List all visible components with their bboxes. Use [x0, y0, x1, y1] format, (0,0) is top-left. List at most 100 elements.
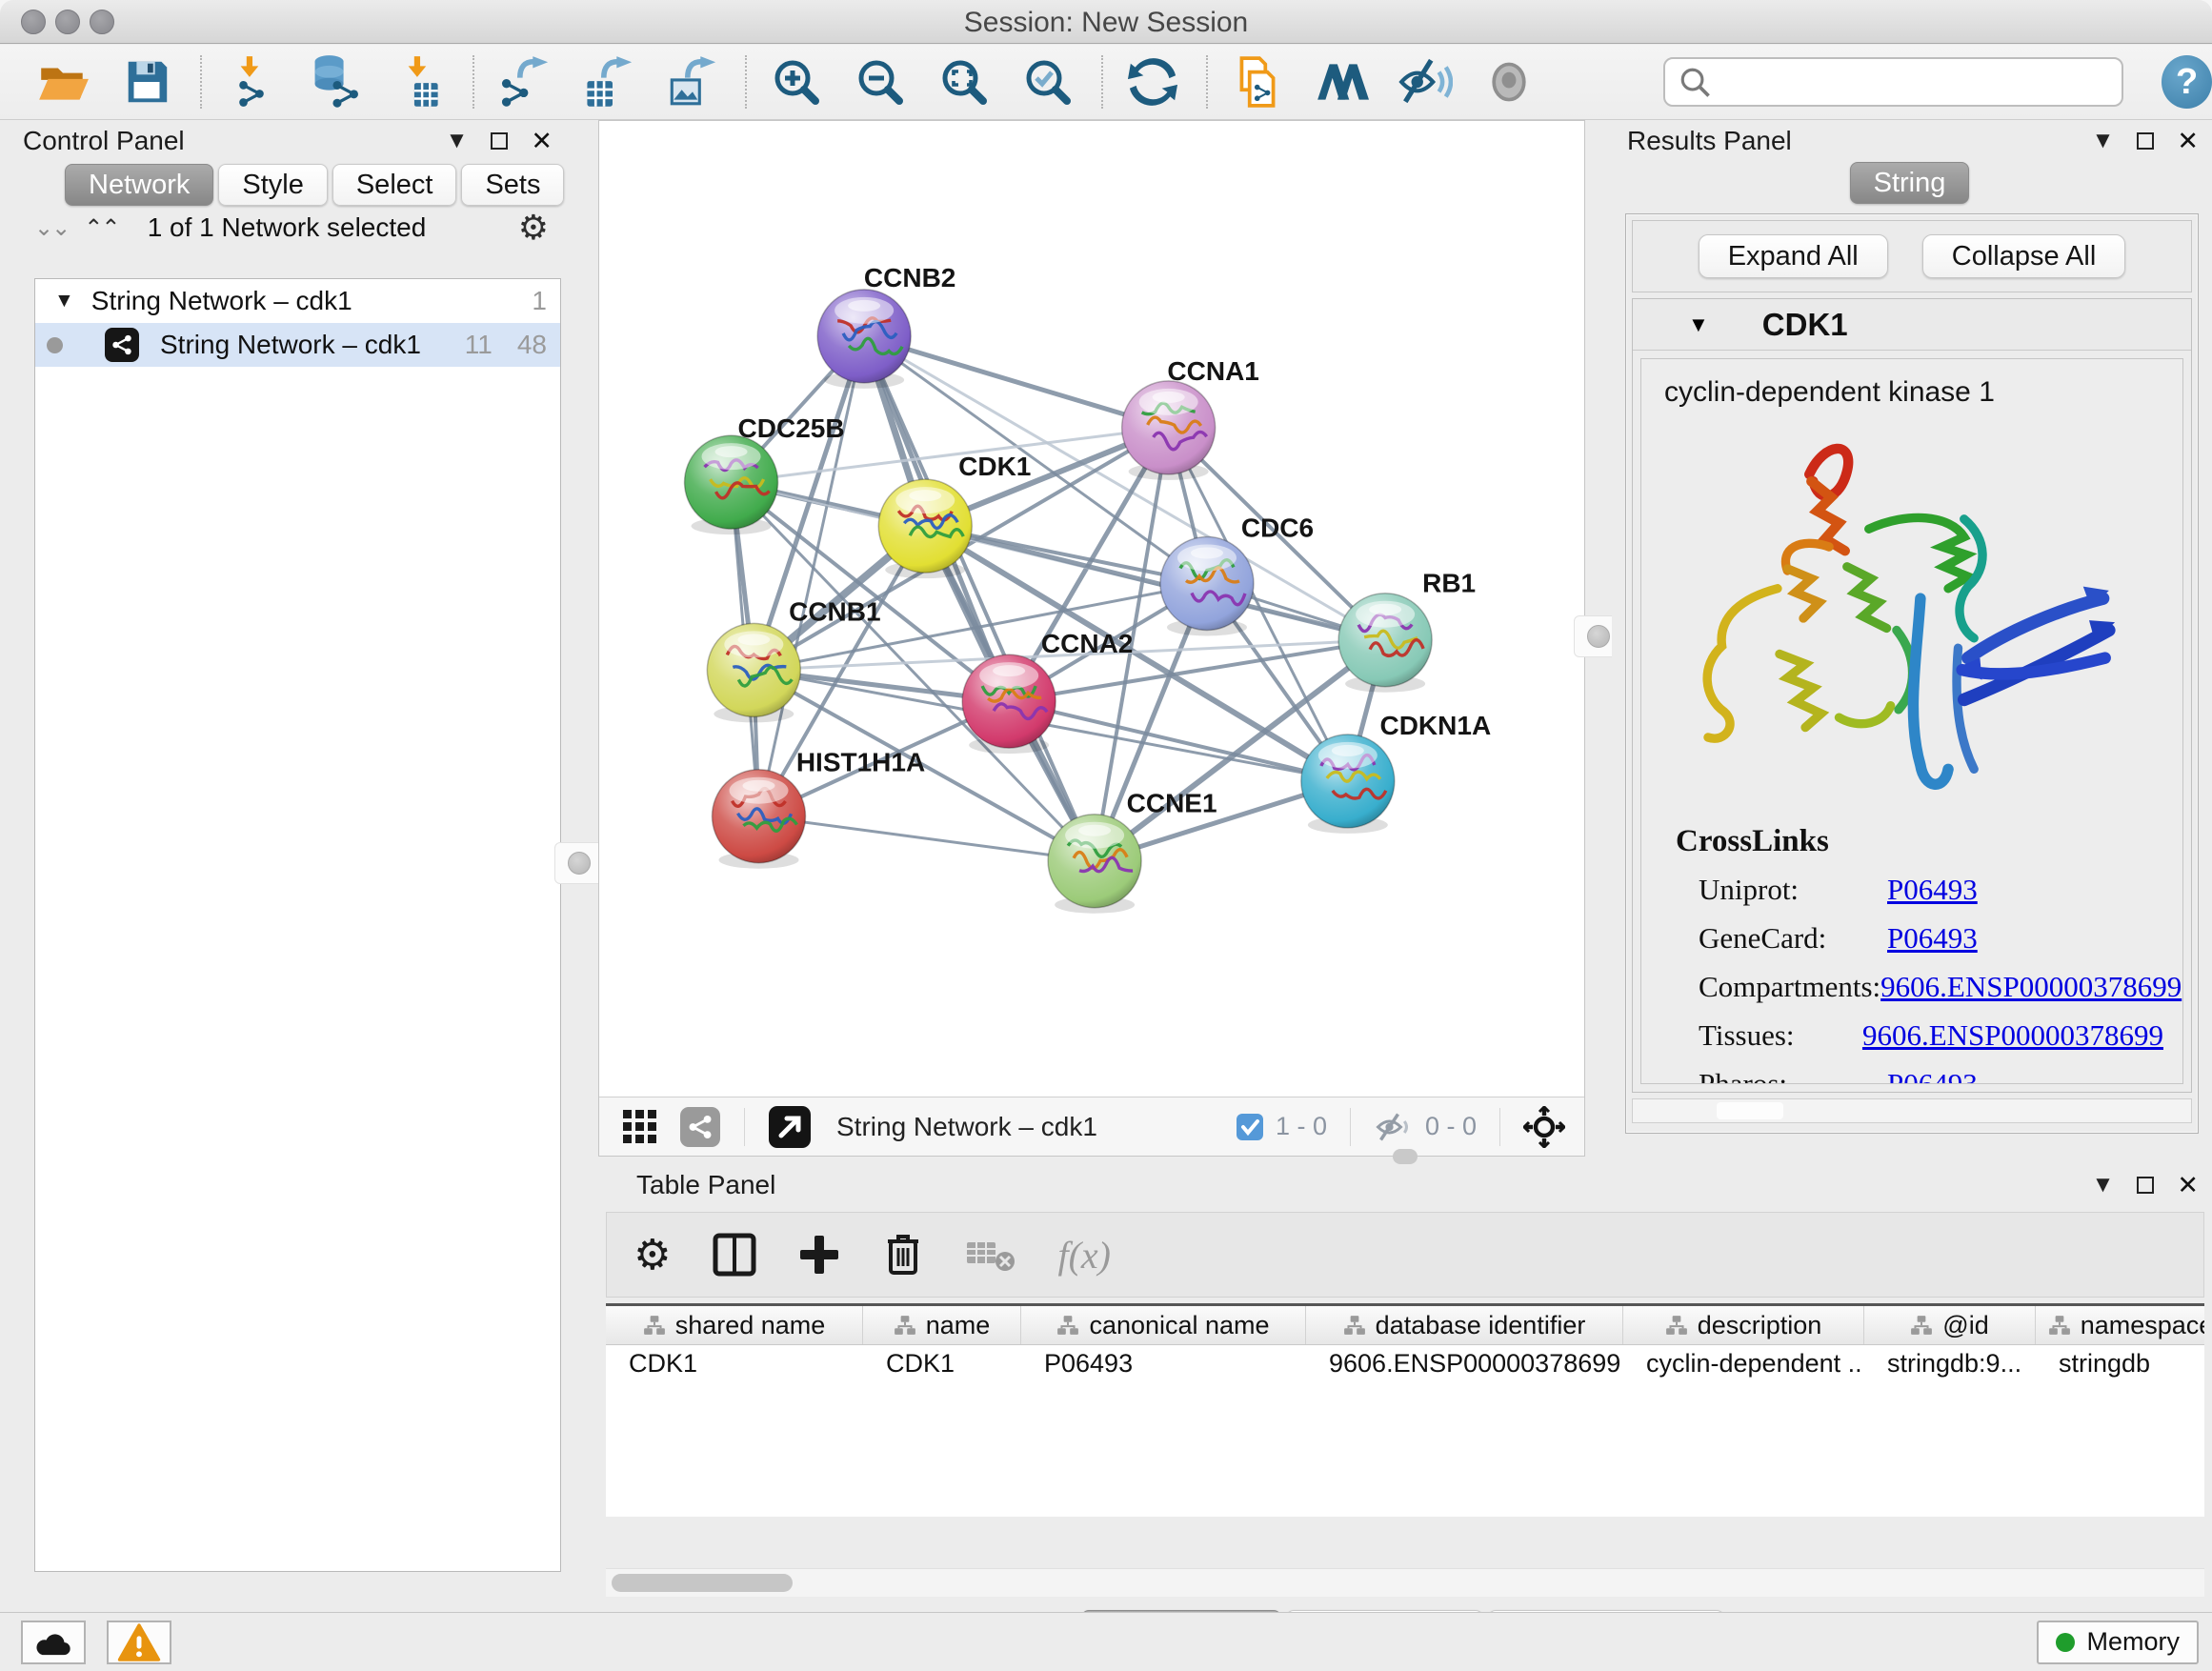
- table-cell[interactable]: CDK1: [863, 1345, 1021, 1383]
- download-arrow-icon: [409, 56, 427, 77]
- crosslink-link[interactable]: P06493: [1887, 1067, 1978, 1084]
- export-table-button[interactable]: [577, 51, 638, 112]
- expand-all-button[interactable]: Expand All: [1699, 234, 1888, 278]
- network-node-HIST1H1A[interactable]: HIST1H1A: [713, 748, 926, 869]
- right-splitter[interactable]: [1585, 120, 1614, 1164]
- table-header-row: shared namenamecanonical namedatabase id…: [606, 1306, 2204, 1345]
- network-node-CCNB1[interactable]: CCNB1: [707, 596, 880, 722]
- find-button[interactable]: [1311, 51, 1372, 112]
- memory-status-dot: [2056, 1633, 2075, 1652]
- zoom-fit-button[interactable]: [934, 51, 995, 112]
- panel-menu-icon[interactable]: ▼: [2092, 130, 2115, 152]
- network-node-CCNA1[interactable]: CCNA1: [1122, 356, 1259, 480]
- table-settings-gear-icon[interactable]: ⚙: [633, 1231, 671, 1279]
- scrollbar-thumb[interactable]: [612, 1574, 793, 1592]
- results-panel-title: Results Panel: [1627, 126, 1792, 156]
- delete-column-icon[interactable]: [882, 1232, 924, 1278]
- table-cell[interactable]: CDK1: [606, 1345, 863, 1383]
- column-header-shared-name[interactable]: shared name: [606, 1306, 863, 1344]
- panel-menu-icon[interactable]: ▼: [2092, 1174, 2115, 1197]
- network-row-selected[interactable]: String Network – cdk1 11 48: [35, 323, 560, 367]
- export-image-button[interactable]: [661, 51, 722, 112]
- network-graph[interactable]: CCNB2CCNA1CDC25BCDK1CDC6RB1CCNB1CCNA2CDK…: [599, 121, 1584, 1095]
- crosslink-link[interactable]: P06493: [1887, 873, 1978, 907]
- tab-string[interactable]: String: [1850, 162, 1970, 204]
- birdseye-navigator-icon[interactable]: [1523, 1106, 1565, 1148]
- panel-menu-icon[interactable]: ▼: [446, 130, 469, 152]
- table-scrollbar[interactable]: [606, 1568, 2204, 1597]
- collapse-all-button[interactable]: Collapse All: [1922, 234, 2126, 278]
- network-node-CCNB2[interactable]: CCNB2: [817, 263, 955, 389]
- expand-triangle-icon[interactable]: ▼: [54, 290, 74, 312]
- add-column-icon[interactable]: [798, 1234, 840, 1276]
- column-header-name[interactable]: name: [863, 1306, 1021, 1344]
- results-scrollbar[interactable]: [1632, 1098, 2192, 1123]
- node-label: CCNE1: [1127, 789, 1217, 818]
- import-network-file-button[interactable]: [221, 51, 282, 112]
- help-button[interactable]: ?: [2162, 55, 2212, 109]
- column-header-description[interactable]: description: [1623, 1306, 1864, 1344]
- network-icon: [502, 79, 528, 107]
- column-header-database-identifier[interactable]: database identifier: [1306, 1306, 1623, 1344]
- panel-float-icon[interactable]: [491, 132, 508, 150]
- warnings-button[interactable]: [107, 1621, 171, 1664]
- zoom-out-button[interactable]: [850, 51, 911, 112]
- show-button[interactable]: [1478, 51, 1539, 112]
- column-header-id[interactable]: @id: [1864, 1306, 2036, 1344]
- crosslink-label: Compartments:: [1699, 970, 1880, 1004]
- panel-close-icon[interactable]: ✕: [531, 129, 553, 154]
- tab-select[interactable]: Select: [332, 164, 457, 206]
- crosslink-link[interactable]: 9606.ENSP00000378699: [1862, 1018, 2163, 1053]
- network-view-icon[interactable]: [679, 1106, 721, 1148]
- copy-network-button[interactable]: [1227, 51, 1288, 112]
- selected-checkbox-icon[interactable]: [1236, 1113, 1264, 1141]
- search-input[interactable]: [1720, 67, 2108, 98]
- panel-float-icon[interactable]: [2137, 132, 2154, 150]
- table-cell[interactable]: stringdb: [2036, 1345, 2204, 1383]
- refresh-button[interactable]: [1122, 51, 1183, 112]
- memory-button[interactable]: Memory: [2037, 1621, 2199, 1664]
- grid-view-icon[interactable]: [622, 1109, 658, 1145]
- network-collection-row[interactable]: ▼ String Network – cdk1 1: [35, 279, 560, 323]
- show-columns-icon[interactable]: [713, 1233, 756, 1277]
- panel-close-icon[interactable]: ✕: [2177, 129, 2199, 154]
- network-node-CDK1[interactable]: CDK1: [878, 452, 1031, 578]
- crosslink-link[interactable]: P06493: [1887, 921, 1978, 956]
- tab-style[interactable]: Style: [218, 164, 327, 206]
- import-table-button[interactable]: [389, 51, 450, 112]
- table-cell[interactable]: P06493: [1021, 1345, 1306, 1383]
- horizontal-splitter-handle[interactable]: [1393, 1149, 1418, 1164]
- table-cell[interactable]: 9606.ENSP00000378699: [1306, 1345, 1623, 1383]
- crosslink-link[interactable]: 9606.ENSP00000378699: [1880, 970, 2182, 1004]
- export-network-button[interactable]: [493, 51, 554, 112]
- tab-sets[interactable]: Sets: [461, 164, 564, 206]
- collapse-triangle-icon[interactable]: ▼: [1688, 312, 1709, 337]
- cloud-button[interactable]: [21, 1621, 86, 1664]
- network-node-CCNE1[interactable]: CCNE1: [1048, 789, 1217, 914]
- crosslink-label: Uniprot:: [1699, 873, 1887, 907]
- protein-section-header[interactable]: ▼ CDK1: [1633, 299, 2191, 351]
- splitter-handle[interactable]: [554, 842, 604, 884]
- save-session-button[interactable]: [116, 51, 177, 112]
- panel-close-icon[interactable]: ✕: [2177, 1173, 2199, 1198]
- node-label: CCNB2: [864, 263, 955, 292]
- hide-button[interactable]: [1395, 51, 1456, 112]
- tab-network[interactable]: Network: [65, 164, 213, 206]
- gear-icon[interactable]: ⚙: [518, 208, 549, 248]
- left-splitter[interactable]: [566, 120, 594, 1612]
- zoom-in-button[interactable]: [766, 51, 827, 112]
- panel-float-icon[interactable]: [2137, 1177, 2154, 1194]
- binoculars-icon: [1314, 54, 1369, 110]
- table-cell[interactable]: cyclin-dependent ...: [1623, 1345, 1864, 1383]
- column-header-canonical-name[interactable]: canonical name: [1021, 1306, 1306, 1344]
- network-node-RB1[interactable]: RB1: [1338, 569, 1476, 693]
- import-network-database-button[interactable]: [305, 51, 366, 112]
- zoom-selected-button[interactable]: [1017, 51, 1078, 112]
- table-row[interactable]: CDK1CDK1P064939606.ENSP00000378699cyclin…: [606, 1345, 2204, 1383]
- network-node-CDKN1A[interactable]: CDKN1A: [1301, 711, 1491, 834]
- open-file-button[interactable]: [32, 51, 93, 112]
- open-in-new-icon[interactable]: [768, 1105, 812, 1149]
- column-header-namespace[interactable]: namespace: [2036, 1306, 2204, 1344]
- table-cell[interactable]: stringdb:9...: [1864, 1345, 2036, 1383]
- crosslink-row: Pharos:P06493: [1699, 1067, 2163, 1084]
